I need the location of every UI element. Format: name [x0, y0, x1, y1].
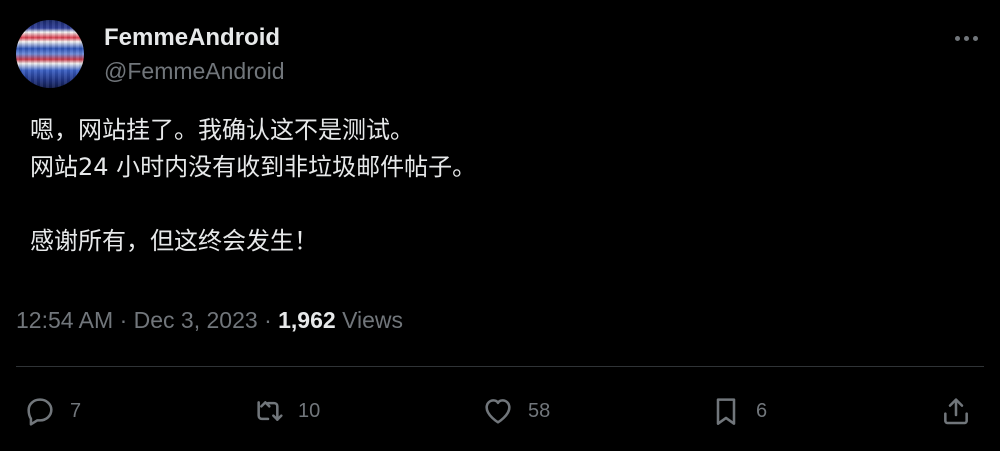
- tweet-line: 嗯，网站挂了。我确认这不是测试。: [30, 116, 414, 144]
- share-upload-icon: [940, 395, 972, 427]
- heart-icon: [482, 395, 514, 427]
- tweet-date[interactable]: Dec 3, 2023: [134, 307, 258, 333]
- bookmark-icon: [710, 395, 742, 427]
- author-handle[interactable]: @FemmeAndroid: [104, 58, 285, 85]
- repost-button[interactable]: 10: [252, 388, 320, 434]
- author-display-name[interactable]: FemmeAndroid: [104, 24, 280, 52]
- tweet-line-blank: [30, 186, 970, 223]
- views-count: 1,962: [278, 307, 336, 333]
- reply-button[interactable]: 7: [24, 388, 81, 434]
- tweet-line: 感谢所有，但这终会发生！: [30, 227, 318, 255]
- like-count: 58: [528, 399, 551, 422]
- more-icon: [963, 35, 969, 41]
- tweet-meta: 12:54 AM · Dec 3, 2023 · 1,962 Views: [16, 307, 403, 334]
- more-icon: [972, 35, 978, 41]
- divider: [16, 366, 984, 367]
- speech-bubble-icon: [24, 395, 56, 427]
- meta-separator: ·: [264, 307, 272, 333]
- reply-count: 7: [70, 399, 82, 422]
- views-label: Views: [342, 307, 404, 333]
- repost-arrows-icon: [252, 395, 284, 427]
- meta-separator: ·: [119, 307, 128, 333]
- bookmark-count: 6: [756, 399, 768, 422]
- repost-count: 10: [298, 399, 321, 422]
- tweet-time[interactable]: 12:54 AM: [16, 307, 113, 333]
- like-button[interactable]: 58: [482, 388, 550, 434]
- avatar[interactable]: [16, 20, 84, 88]
- more-options-button[interactable]: [950, 26, 982, 50]
- action-bar: 7 10 58 6: [0, 388, 1000, 434]
- tweet-line: 网站24 小时内没有收到非垃圾邮件帖子。: [30, 153, 477, 181]
- more-icon: [954, 35, 960, 41]
- share-button[interactable]: [940, 388, 972, 434]
- tweet-text: 嗯，网站挂了。我确认这不是测试。 网站24 小时内没有收到非垃圾邮件帖子。 感谢…: [30, 112, 970, 260]
- tweet-card: FemmeAndroid @FemmeAndroid 嗯，网站挂了。我确认这不是…: [0, 0, 1000, 451]
- bookmark-button[interactable]: 6: [710, 388, 767, 434]
